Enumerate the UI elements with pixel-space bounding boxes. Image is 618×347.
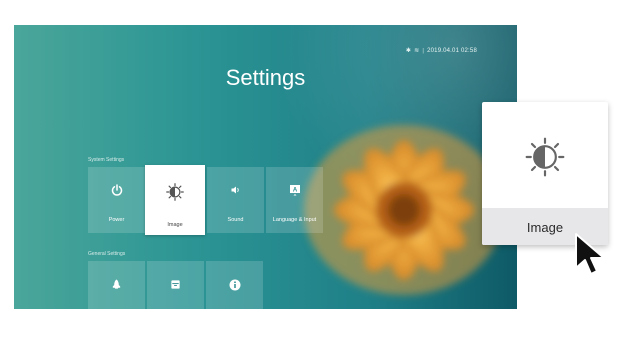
- tv-screen: ✱ ≋ | 2019.04.01 02:58 Settings System S…: [14, 25, 517, 309]
- tile-general-2[interactable]: [147, 261, 204, 309]
- brightness-icon: [525, 137, 565, 177]
- image-tile-callout[interactable]: Image: [482, 102, 608, 245]
- bluetooth-icon: ✱: [405, 48, 412, 54]
- rocket-icon: [112, 279, 121, 289]
- svg-text:A: A: [292, 188, 297, 194]
- mouse-pointer-icon: [575, 233, 605, 275]
- brightness-icon: [166, 183, 184, 201]
- section-general-settings: General Settings: [88, 251, 126, 257]
- tile-label: Power: [108, 217, 125, 223]
- tile-label: Language & Input: [272, 217, 317, 223]
- tile-language-input[interactable]: A Language & Input: [266, 167, 323, 233]
- section-system-settings: System Settings: [88, 157, 125, 163]
- power-icon: [111, 184, 122, 196]
- storage-icon: [171, 280, 180, 289]
- tile-sound[interactable]: Sound: [207, 167, 264, 233]
- tile-label: Image: [167, 222, 183, 228]
- status-datetime: 2019.04.01 02:58: [427, 47, 477, 54]
- tile-image[interactable]: Image: [145, 165, 205, 235]
- tile-general-1[interactable]: [88, 261, 145, 309]
- status-separator: |: [422, 47, 425, 54]
- tile-general-3[interactable]: [206, 261, 263, 309]
- speaker-icon: [231, 186, 239, 194]
- page-title: Settings: [225, 65, 306, 90]
- keyboard-a-icon: A: [289, 185, 300, 196]
- status-bar: ✱ ≋ | 2019.04.01 02:58: [405, 47, 477, 55]
- tile-power[interactable]: Power: [88, 167, 145, 233]
- tile-label: Sound: [227, 217, 244, 223]
- info-icon: [229, 279, 240, 291]
- wifi-icon: ≋: [414, 48, 420, 54]
